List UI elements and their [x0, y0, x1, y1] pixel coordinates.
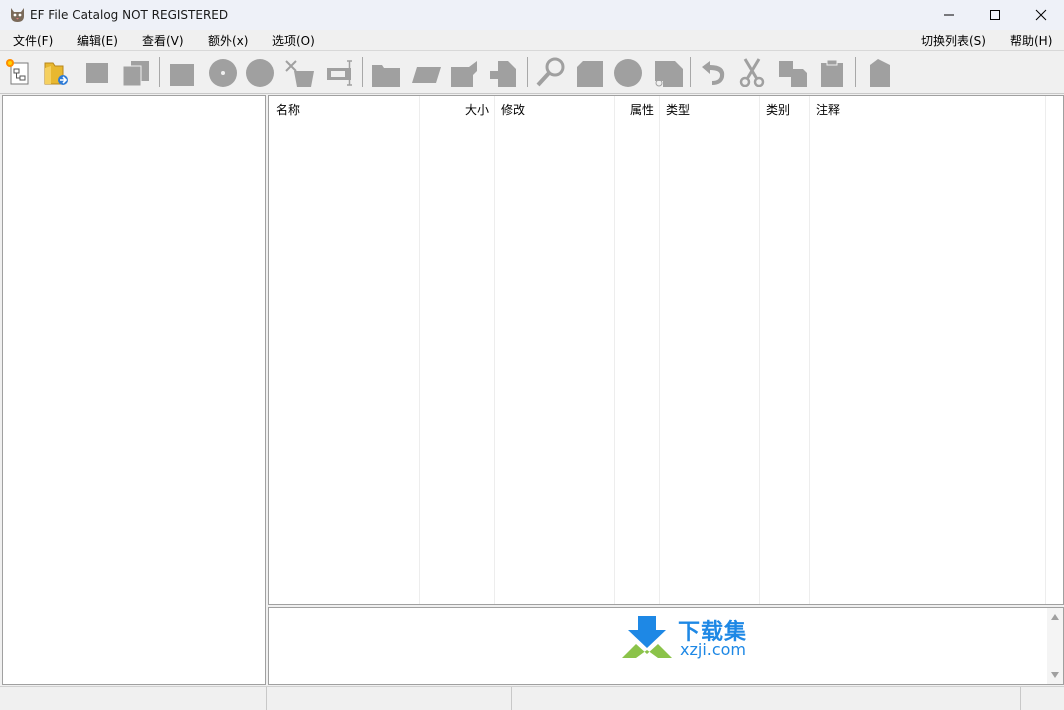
- menu-edit[interactable]: 编辑(E): [77, 32, 118, 49]
- column-header-type[interactable]: 类型: [666, 101, 690, 118]
- scroll-up-icon[interactable]: [1051, 614, 1059, 620]
- disabled-copy2-icon: [779, 61, 807, 87]
- disabled-undo-icon: [702, 61, 725, 85]
- column-divider: [759, 96, 760, 604]
- disabled-button-5[interactable]: [245, 57, 275, 87]
- toolbar-separator: [690, 57, 691, 87]
- column-divider: [419, 96, 420, 604]
- disabled-button-13[interactable]: [575, 57, 605, 87]
- watermark: 下载集 xzji.com: [620, 614, 770, 662]
- disabled-button-2[interactable]: [121, 57, 151, 87]
- disabled-button-16[interactable]: [698, 57, 728, 87]
- disabled-square-icon: [86, 63, 108, 83]
- disabled-button-10[interactable]: [449, 57, 479, 87]
- scroll-down-icon[interactable]: [1051, 672, 1059, 678]
- column-header-size[interactable]: 大小: [465, 101, 489, 118]
- disabled-label-icon: [327, 60, 352, 86]
- cat-app-icon: [11, 8, 24, 22]
- disabled-button-8[interactable]: [370, 57, 400, 87]
- toolbar-separator: [159, 57, 160, 87]
- disabled-cut-icon: [739, 58, 765, 87]
- maximize-button[interactable]: [972, 0, 1018, 30]
- disabled-page-icon: [577, 61, 603, 87]
- column-divider: [1045, 96, 1046, 604]
- disabled-button-6[interactable]: [284, 57, 314, 87]
- minimize-button[interactable]: [926, 0, 972, 30]
- column-divider: [494, 96, 495, 604]
- disabled-copy-icon: [122, 61, 149, 87]
- window-title: EF File Catalog NOT REGISTERED: [30, 8, 229, 22]
- status-bar: [0, 686, 1064, 710]
- menu-options[interactable]: 选项(O): [272, 32, 315, 49]
- disabled-properties-icon: [870, 59, 890, 87]
- disabled-button-3[interactable]: [167, 57, 197, 87]
- column-header-modified[interactable]: 修改: [501, 101, 525, 118]
- disabled-button-7[interactable]: [324, 57, 354, 87]
- column-header-name[interactable]: 名称: [276, 101, 300, 118]
- title-bar: EF File Catalog NOT REGISTERED: [0, 0, 1064, 30]
- disabled-rename-icon: [412, 67, 441, 83]
- disabled-cd-icon: [209, 59, 237, 87]
- file-list-pane[interactable]: 名称 大小 修改 属性 类型 类别 注释: [268, 95, 1064, 605]
- status-divider: [1020, 687, 1021, 710]
- disabled-button-9[interactable]: [411, 57, 441, 87]
- notes-scrollbar[interactable]: [1047, 608, 1063, 684]
- disabled-button-17[interactable]: [737, 57, 767, 87]
- disabled-scan-icon: [285, 60, 314, 87]
- status-divider: [266, 687, 267, 710]
- close-button[interactable]: [1018, 0, 1064, 30]
- column-divider: [614, 96, 615, 604]
- menu-bar: 文件(F) 编辑(E) 查看(V) 额外(x) 选项(O) 切换列表(S) 帮助…: [0, 30, 1064, 50]
- disabled-button-14[interactable]: [613, 57, 643, 87]
- disabled-drive-icon: [170, 64, 194, 86]
- maximize-icon: [990, 10, 1000, 20]
- disabled-disk-icon: [246, 59, 274, 87]
- disabled-puzzle-icon: [490, 61, 516, 87]
- menu-file[interactable]: 文件(F): [13, 32, 53, 49]
- menu-help[interactable]: 帮助(H): [1010, 32, 1052, 49]
- close-icon: [1035, 9, 1047, 21]
- disabled-button-15[interactable]: [653, 57, 683, 87]
- disabled-tag-icon: [451, 61, 477, 87]
- disabled-button-19[interactable]: [817, 57, 847, 87]
- new-catalog-button[interactable]: [3, 57, 33, 87]
- disabled-button-4[interactable]: [208, 57, 238, 87]
- disabled-button-11[interactable]: [488, 57, 518, 87]
- column-header-category[interactable]: 类别: [766, 101, 790, 118]
- column-header-comment[interactable]: 注释: [816, 101, 840, 118]
- disabled-button-18[interactable]: [777, 57, 807, 87]
- disabled-button-20[interactable]: [864, 57, 894, 87]
- catalog-tree-pane[interactable]: [2, 95, 266, 685]
- disabled-search-icon: [536, 57, 565, 87]
- disabled-button-1[interactable]: [82, 57, 112, 87]
- disabled-folder-icon: [372, 65, 400, 87]
- toolbar-separator: [362, 57, 363, 87]
- toolbar-separator: [527, 57, 528, 87]
- toolbar-separator: [855, 57, 856, 87]
- menu-extra[interactable]: 额外(x): [208, 32, 248, 49]
- watermark-en-text: xzji.com: [680, 640, 747, 659]
- column-divider: [659, 96, 660, 604]
- open-folder-icon: [44, 62, 68, 85]
- watermark-logo-icon: [622, 616, 672, 658]
- disabled-button-12[interactable]: [535, 57, 565, 87]
- minimize-icon: [944, 14, 954, 16]
- disabled-circle-icon: [614, 59, 642, 87]
- status-divider: [511, 687, 512, 710]
- toolbar: [0, 50, 1064, 94]
- menu-switch-list[interactable]: 切换列表(S): [921, 32, 986, 49]
- column-divider: [809, 96, 810, 604]
- disabled-link-icon: [655, 61, 683, 87]
- disabled-paste-icon: [821, 59, 843, 87]
- open-catalog-button[interactable]: [41, 57, 71, 87]
- column-header-attributes[interactable]: 属性: [630, 101, 654, 118]
- menu-view[interactable]: 查看(V): [142, 32, 184, 49]
- new-catalog-icon: [6, 59, 29, 85]
